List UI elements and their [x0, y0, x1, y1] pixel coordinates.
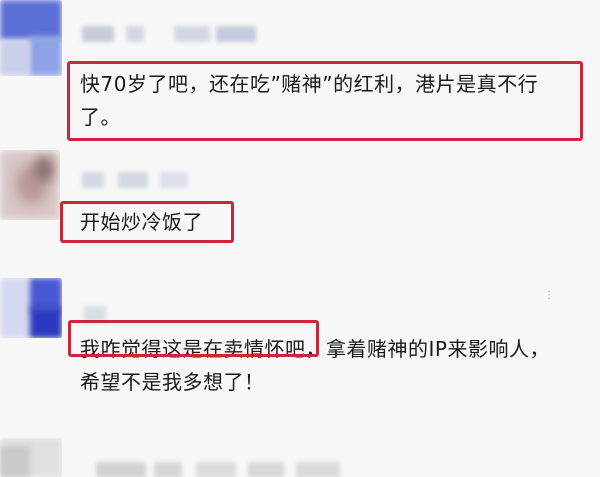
highlight-box [67, 61, 583, 141]
username-blurred[interactable] [96, 462, 346, 477]
username-blurred[interactable] [82, 172, 192, 188]
comment-line: 希望不是我多想了！ [80, 370, 265, 394]
avatar[interactable] [0, 150, 60, 220]
avatar[interactable] [0, 0, 62, 76]
comment-thread-screenshot: 快70岁了吧，还在吃”赌神”的红利，港片是真不行 了。 开始炒冷饭了 ⋮ 我咋觉… [0, 0, 600, 477]
avatar[interactable] [0, 438, 62, 477]
avatar[interactable] [0, 278, 62, 338]
highlight-box [68, 320, 319, 357]
highlight-box [60, 201, 234, 243]
more-icon[interactable]: ⋮ [544, 290, 554, 301]
username-blurred[interactable] [82, 26, 262, 42]
